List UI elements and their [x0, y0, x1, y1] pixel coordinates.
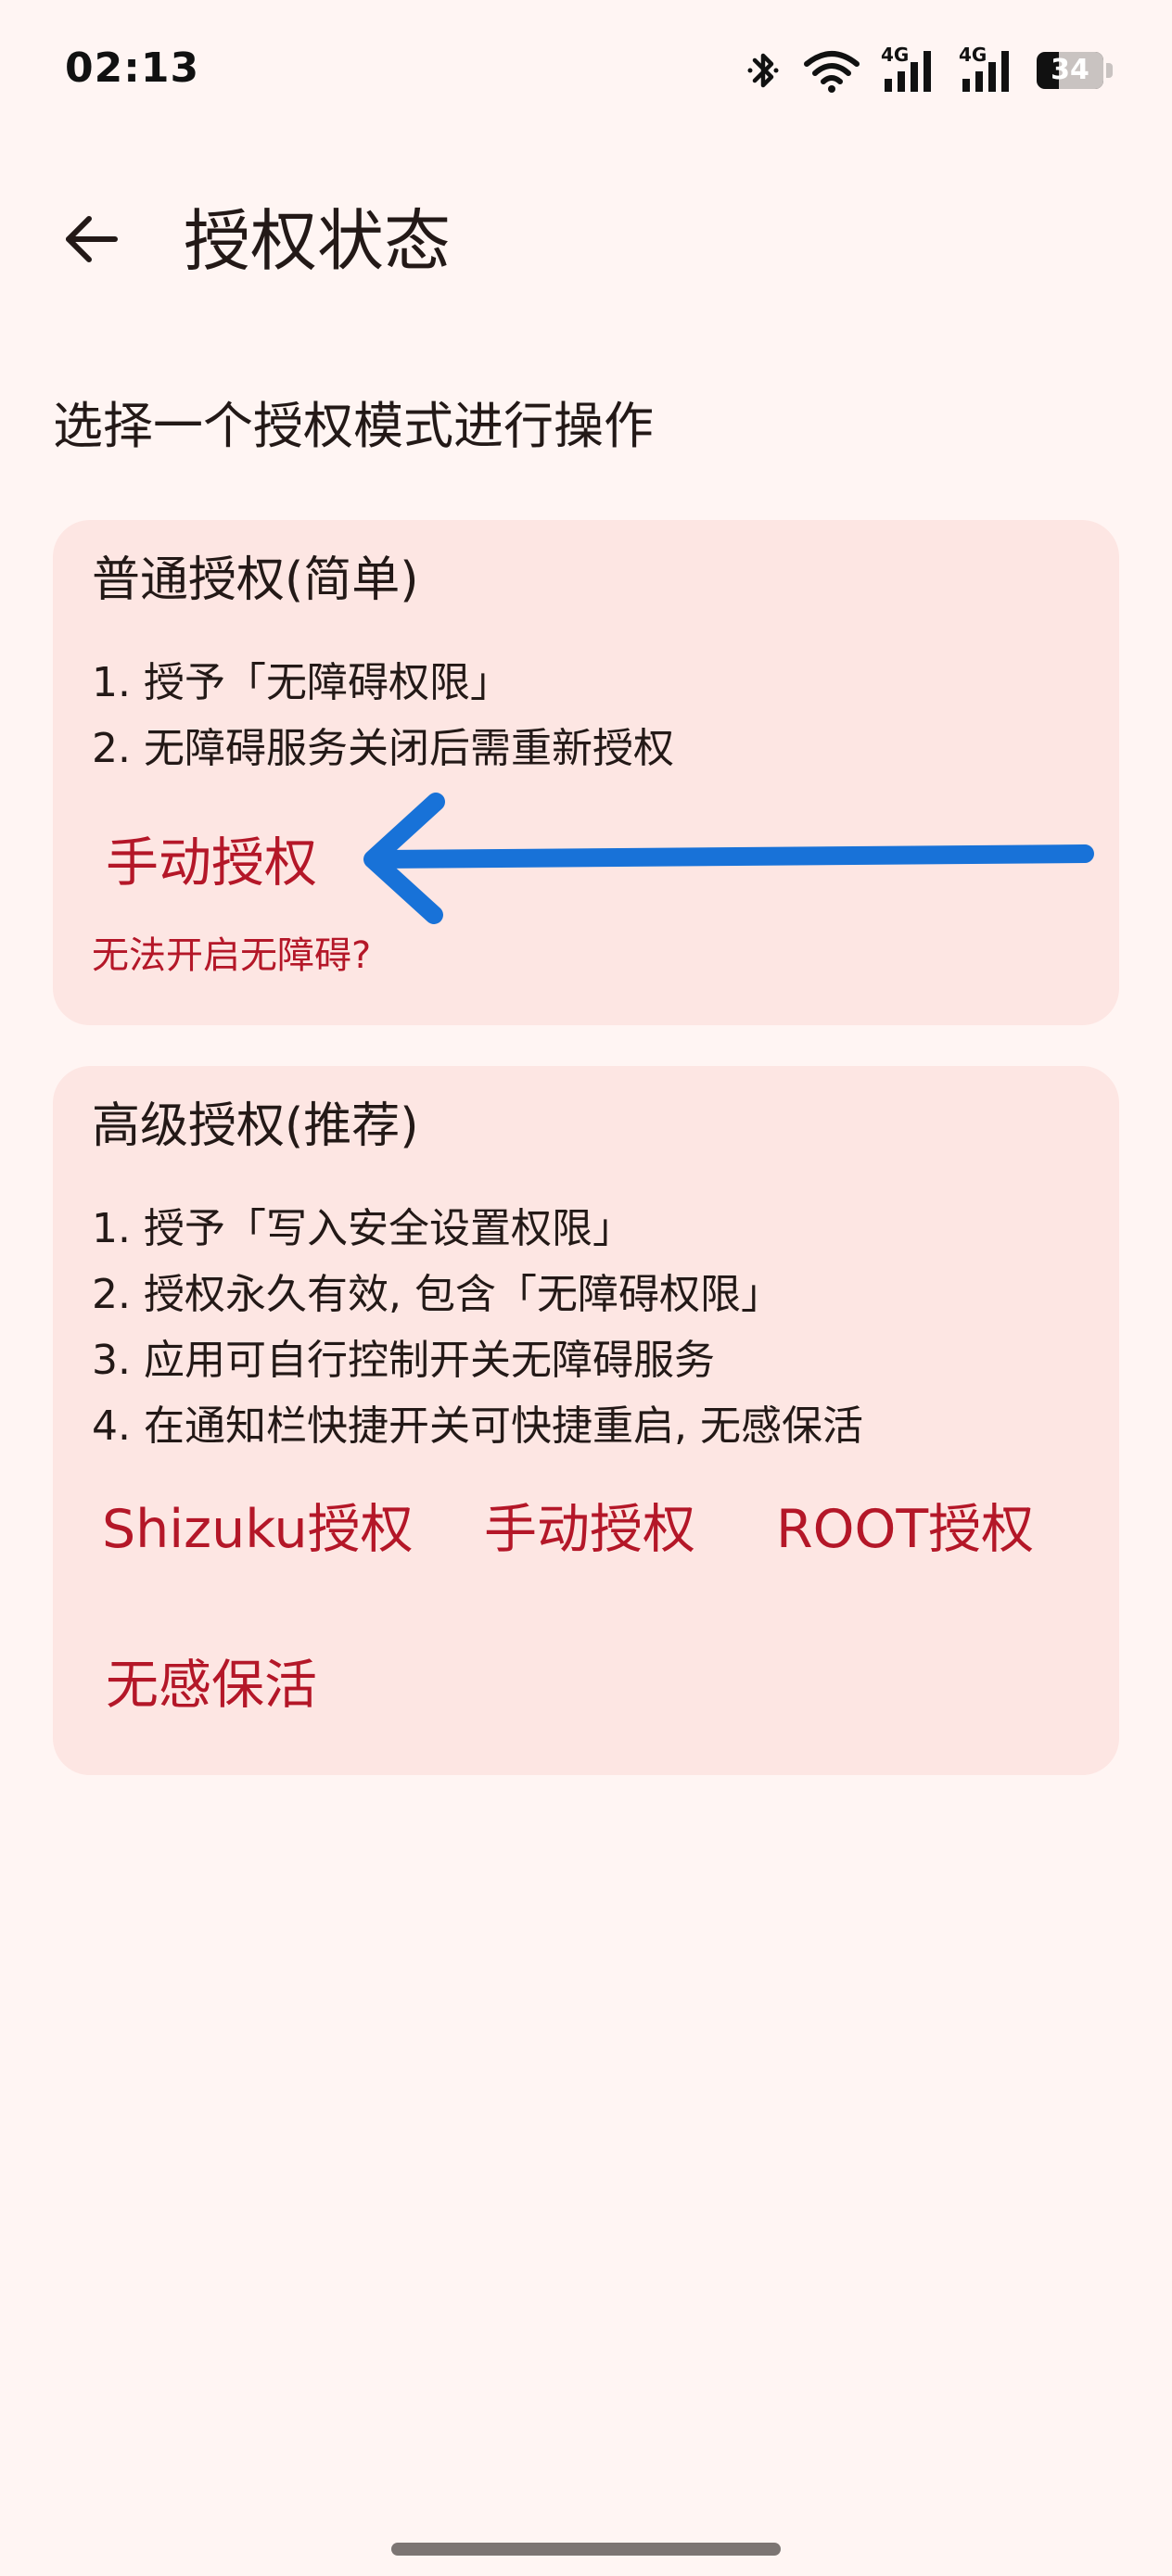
battery-level: 34: [1051, 54, 1089, 86]
advanced-auth-steps: 1. 授予「写入安全设置权限」 2. 授权永久有效, 包含「无障碍权限」 3. …: [92, 1196, 863, 1459]
advanced-auth-title: 高级授权(推荐): [92, 1098, 419, 1154]
shizuku-auth-button[interactable]: Shizuku授权: [102, 1492, 414, 1567]
arrow-back-icon: [61, 209, 121, 273]
root-auth-button[interactable]: ROOT授权: [776, 1492, 1034, 1567]
page-title: 授权状态: [184, 202, 452, 280]
basic-manual-auth-button[interactable]: 手动授权: [106, 826, 317, 900]
step-item: 1. 授予「写入安全设置权限」: [92, 1205, 633, 1252]
status-bar: 02:13 4G 4G 34: [0, 0, 1172, 139]
step-item: 2. 授权永久有效, 包含「无障碍权限」: [92, 1271, 782, 1318]
step-item: 2. 无障碍服务关闭后需重新授权: [92, 725, 674, 772]
app-bar: 授权状态: [0, 167, 1172, 306]
battery-cap: [1106, 63, 1113, 78]
battery-icon: 34: [1037, 52, 1113, 89]
annotation-arrow-icon: [363, 793, 1094, 924]
status-icons: 4G 4G 34: [745, 43, 1113, 98]
accessibility-help-link[interactable]: 无法开启无障碍?: [92, 928, 371, 983]
home-indicator[interactable]: [391, 2543, 781, 2556]
wifi-icon: [803, 47, 860, 94]
basic-auth-card: 普通授权(简单) 1. 授予「无障碍权限」 2. 无障碍服务关闭后需重新授权 手…: [53, 520, 1119, 1025]
back-button[interactable]: [45, 195, 137, 287]
basic-auth-steps: 1. 授予「无障碍权限」 2. 无障碍服务关闭后需重新授权: [92, 650, 674, 781]
basic-auth-title: 普通授权(简单): [92, 552, 419, 608]
signal-4g-icon: 4G: [881, 44, 938, 94]
step-item: 1. 授予「无障碍权限」: [92, 659, 511, 706]
step-item: 3. 应用可自行控制开关无障碍服务: [92, 1337, 715, 1384]
battery-body: 34: [1037, 52, 1103, 89]
keepalive-button[interactable]: 无感保活: [106, 1648, 317, 1722]
advanced-auth-card: 高级授权(推荐) 1. 授予「写入安全设置权限」 2. 授权永久有效, 包含「无…: [53, 1066, 1119, 1775]
status-time: 02:13: [65, 44, 200, 92]
bluetooth-icon: [745, 47, 783, 94]
signal-4g-icon-2: 4G: [959, 44, 1016, 94]
step-item: 4. 在通知栏快捷开关可快捷重启, 无感保活: [92, 1402, 863, 1450]
section-heading: 选择一个授权模式进行操作: [53, 397, 654, 455]
advanced-manual-auth-button[interactable]: 手动授权: [484, 1492, 695, 1567]
